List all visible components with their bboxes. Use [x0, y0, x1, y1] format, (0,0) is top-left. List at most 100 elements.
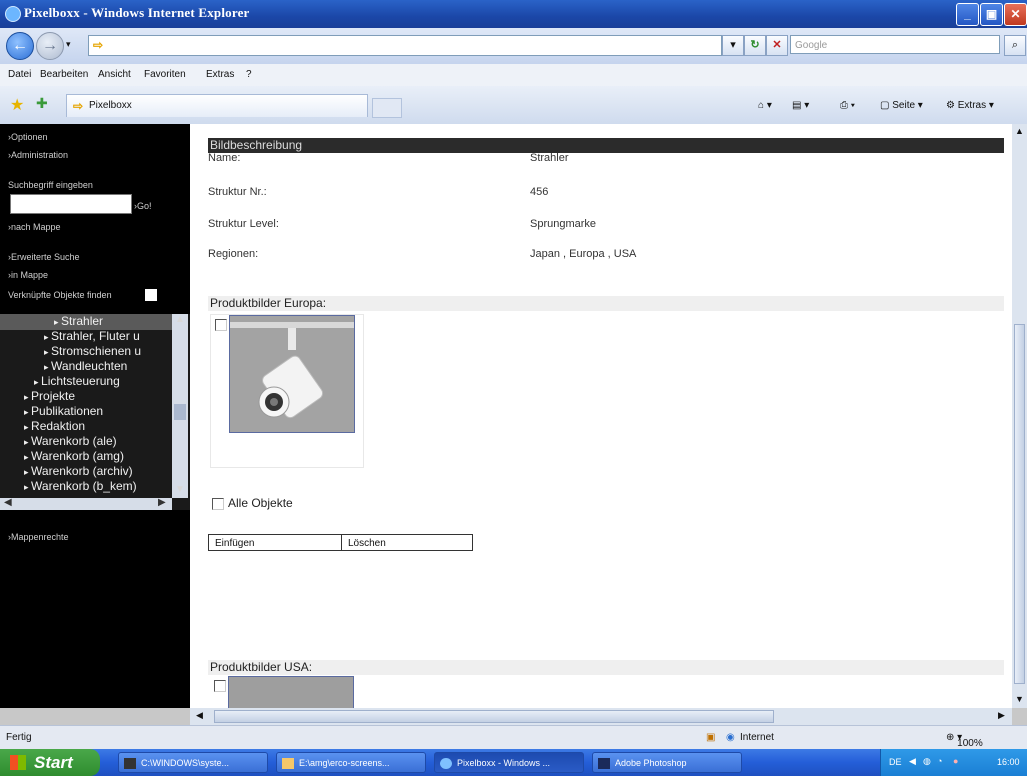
taskbar-item-cmd[interactable]: C:\WINDOWS\syste...	[118, 752, 268, 773]
tree-expand-icon[interactable]: ▸	[34, 377, 41, 387]
address-input[interactable]: ⇨	[88, 35, 722, 56]
forward-button[interactable]: →	[36, 32, 64, 60]
sidebar-search-input[interactable]	[10, 194, 132, 214]
tree-item[interactable]: ▸ Redaktion	[24, 419, 85, 433]
add-favorite-icon[interactable]: ✚	[36, 95, 48, 112]
tree-item[interactable]: ▸ Warenkorb (archiv)	[24, 464, 133, 478]
product-thumbnail[interactable]	[229, 315, 355, 433]
start-button[interactable]: Start	[0, 749, 100, 776]
tree-item[interactable]: ▸ Stromschienen u	[44, 344, 141, 358]
refresh-icon[interactable]: ↻	[744, 35, 766, 56]
taskbar-item-ie[interactable]: Pixelboxx - Windows ...	[434, 752, 584, 773]
back-button[interactable]: ←	[6, 32, 34, 60]
section-header-usa: Produktbilder USA:	[208, 660, 1004, 675]
tree-expand-icon[interactable]: ▸	[24, 437, 31, 447]
zoom-level[interactable]: ⊕ 100% ▾	[946, 732, 983, 749]
tree-item[interactable]: ▸ Wandleuchten	[44, 359, 127, 373]
tree-item-label: Warenkorb (ale)	[31, 434, 117, 448]
by-folder-link[interactable]: ›nach Mappe	[8, 222, 61, 232]
tree-item[interactable]: ▸ Strahler	[54, 314, 103, 328]
tree-item[interactable]: ▸ Lichtsteuerung	[34, 374, 120, 388]
scroll-up-icon[interactable]: ▲	[175, 314, 185, 325]
update-icon[interactable]: ◔	[937, 756, 942, 766]
page-menu[interactable]: ▢ Seite ▾	[880, 100, 923, 111]
page-scroll-thumb[interactable]	[1014, 324, 1025, 684]
tree-item[interactable]: ▸ Warenkorb (amg)	[24, 449, 124, 463]
taskbar-item-photoshop[interactable]: Adobe Photoshop	[592, 752, 742, 773]
favorites-star-icon[interactable]: ★	[10, 95, 24, 115]
scroll-up-icon[interactable]: ▲	[1015, 126, 1024, 136]
tab-pixelboxx[interactable]: ⇨ Pixelboxx	[66, 94, 368, 117]
stop-icon[interactable]: ✕	[766, 35, 788, 56]
search-icon[interactable]: ⌕	[1004, 35, 1026, 56]
tree-expand-icon[interactable]: ▸	[24, 452, 31, 462]
linked-objects-checkbox[interactable]	[145, 289, 157, 301]
scroll-right-icon[interactable]: ▶	[998, 710, 1005, 721]
new-tab-button[interactable]	[372, 98, 402, 118]
menu-file[interactable]: Datei	[8, 69, 31, 80]
security-warning-icon[interactable]: ▣	[706, 732, 715, 743]
window-titlebar: Pixelboxx - Windows Internet Explorer _ …	[0, 0, 1027, 28]
language-indicator[interactable]: DE	[889, 757, 902, 767]
tools-menu[interactable]: ⚙ Extras ▾	[946, 100, 994, 111]
insert-button[interactable]: Einfügen	[208, 534, 342, 551]
sidebar-admin-link[interactable]: ›Administration	[8, 150, 68, 160]
search-input[interactable]: Google	[790, 35, 1000, 54]
delete-button[interactable]: Löschen	[341, 534, 473, 551]
menu-help[interactable]: ?	[246, 69, 252, 80]
tree-item-label: Lichtsteuerung	[41, 374, 120, 388]
usa-product-thumbnail[interactable]	[228, 676, 354, 708]
horizontal-scroll-thumb[interactable]	[214, 710, 774, 723]
tree-expand-icon[interactable]: ▸	[44, 332, 51, 342]
volume-icon[interactable]: ◀	[909, 756, 916, 767]
page-horizontal-scrollbar[interactable]: ◀ ▶	[190, 708, 1012, 725]
print-icon[interactable]: ⎙ ▾	[840, 100, 855, 111]
address-dropdown-button[interactable]: ▾	[722, 35, 744, 56]
image-select-checkbox[interactable]	[215, 319, 227, 331]
taskbar-item-explorer[interactable]: E:\amg\erco-screens...	[276, 752, 426, 773]
spotlight-image	[230, 316, 354, 432]
tree-item[interactable]: ▸ Publikationen	[24, 404, 103, 418]
tree-item[interactable]: ▸ Projekte	[24, 389, 75, 403]
advanced-search-link[interactable]: ›Erweiterte Suche	[8, 252, 80, 262]
tree-item[interactable]: ▸ Warenkorb (b_kem)	[24, 479, 137, 493]
minimize-button[interactable]: _	[956, 3, 979, 26]
tree-item[interactable]: ▸ Strahler, Fluter u	[44, 329, 140, 343]
tree-vertical-scrollbar[interactable]: ▲ ▼	[172, 314, 188, 498]
feeds-icon[interactable]: ▤ ▾	[792, 100, 809, 111]
recent-pages-dropdown[interactable]: ▾	[66, 39, 71, 50]
tree-expand-icon[interactable]: ▸	[24, 467, 31, 477]
alert-icon[interactable]: ●	[953, 756, 958, 766]
tree-expand-icon[interactable]: ▸	[54, 317, 61, 327]
menu-edit[interactable]: Bearbeiten	[40, 69, 88, 80]
tree-expand-icon[interactable]: ▸	[44, 347, 51, 357]
in-folder-link[interactable]: ›in Mappe	[8, 270, 48, 280]
close-button[interactable]: ✕	[1004, 3, 1027, 26]
scroll-down-icon[interactable]: ▼	[1015, 694, 1024, 704]
tree-expand-icon[interactable]: ▸	[24, 422, 31, 432]
all-objects-checkbox[interactable]	[212, 498, 224, 510]
menu-favorites[interactable]: Favoriten	[144, 69, 186, 80]
maximize-button[interactable]: ▣	[980, 3, 1003, 26]
field-value-structure-level: Sprungmarke	[530, 218, 597, 230]
sidebar-options-link[interactable]: ›Optionen	[8, 132, 48, 142]
home-icon[interactable]: ⌂ ▾	[758, 100, 772, 111]
tree-item[interactable]: ▸ Warenkorb (ale)	[24, 434, 117, 448]
page-vertical-scrollbar[interactable]: ▲ ▼	[1012, 124, 1027, 708]
go-link[interactable]: ›Go!	[134, 201, 152, 211]
scroll-left-icon[interactable]: ◀	[196, 710, 203, 721]
scroll-right-icon[interactable]: ▶	[158, 497, 166, 508]
tree-scroll-thumb[interactable]	[174, 404, 186, 420]
tree-expand-icon[interactable]: ▸	[24, 407, 31, 417]
tree-expand-icon[interactable]: ▸	[24, 482, 31, 492]
menu-tools[interactable]: Extras	[206, 69, 234, 80]
scroll-down-icon[interactable]: ▼	[175, 484, 185, 495]
tree-horizontal-scrollbar[interactable]: ◀ ▶	[0, 497, 172, 510]
tree-expand-icon[interactable]: ▸	[24, 392, 31, 402]
tree-expand-icon[interactable]: ▸	[44, 362, 51, 372]
scroll-left-icon[interactable]: ◀	[4, 497, 12, 508]
menu-view[interactable]: Ansicht	[98, 69, 131, 80]
folder-rights-link[interactable]: ›Mappenrechte	[8, 532, 69, 542]
network-icon[interactable]: ◍	[923, 756, 931, 767]
usa-image-checkbox[interactable]	[214, 680, 226, 692]
